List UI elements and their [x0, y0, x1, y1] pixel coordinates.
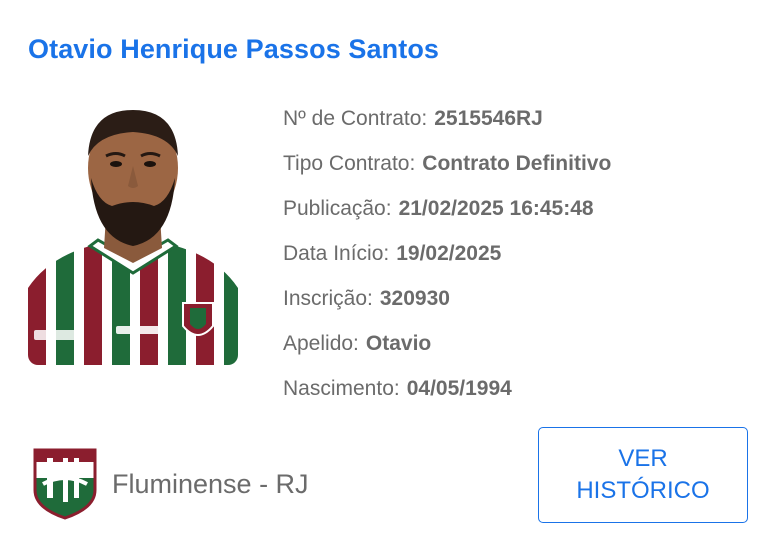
contract-type-row: Tipo Contrato: Contrato Definitivo — [283, 141, 743, 186]
view-history-label-line1: VER — [618, 445, 668, 472]
detail-value: 2515546RJ — [434, 106, 543, 130]
club-info: Fluminense - RJ — [33, 448, 309, 520]
detail-label: Apelido: — [283, 331, 359, 355]
detail-label: Nascimento: — [283, 376, 400, 400]
detail-label: Publicação: — [283, 196, 392, 220]
detail-label: Inscrição: — [283, 286, 373, 310]
detail-value: Contrato Definitivo — [422, 151, 612, 175]
club-name: Fluminense - RJ — [112, 468, 309, 499]
detail-value: Otavio — [365, 331, 432, 355]
fluminense-crest-icon — [33, 448, 97, 520]
registration-row: Inscrição: 320930 — [283, 276, 743, 321]
player-card: Otavio Henrique Passos Santos Nº de Cont… — [0, 0, 760, 545]
contract-number-row: Nº de Contrato: 2515546RJ — [283, 96, 743, 141]
detail-label: Nº de Contrato: — [283, 106, 428, 130]
contract-details: Nº de Contrato: 2515546RJ Tipo Contrato:… — [283, 96, 743, 411]
player-name: Otavio Henrique Passos Santos — [28, 34, 440, 64]
detail-value: 19/02/2025 — [396, 241, 502, 265]
start-date-row: Data Início: 19/02/2025 — [283, 231, 743, 276]
detail-value: 04/05/1994 — [406, 376, 512, 400]
detail-value: 21/02/2025 16:45:48 — [398, 196, 594, 220]
detail-label: Data Início: — [283, 241, 390, 265]
detail-label: Tipo Contrato: — [283, 151, 416, 175]
view-history-button[interactable]: VER HISTÓRICO — [538, 427, 748, 523]
detail-value: 320930 — [379, 286, 450, 310]
view-history-label-line2: HISTÓRICO — [576, 477, 710, 504]
birth-date-row: Nascimento: 04/05/1994 — [283, 366, 743, 411]
player-photo — [28, 98, 238, 365]
nickname-row: Apelido: Otavio — [283, 321, 743, 366]
publication-row: Publicação: 21/02/2025 16:45:48 — [283, 186, 743, 231]
